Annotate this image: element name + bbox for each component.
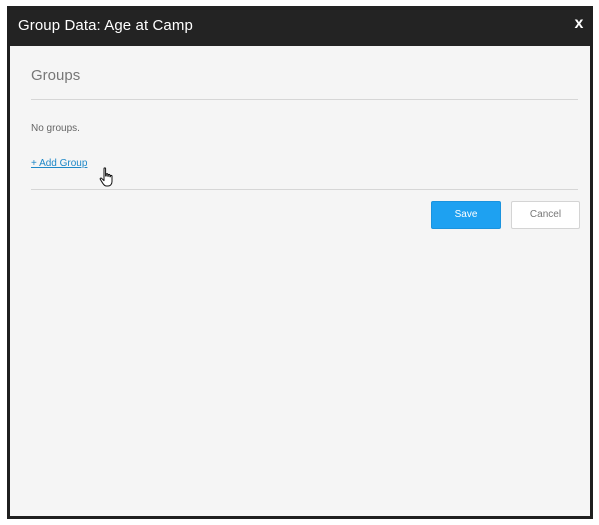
- cancel-button[interactable]: Cancel: [511, 201, 580, 229]
- divider: [31, 189, 578, 190]
- add-group-link[interactable]: + Add Group: [31, 158, 87, 169]
- empty-groups-message: No groups.: [31, 123, 80, 134]
- save-button[interactable]: Save: [431, 201, 501, 229]
- dialog-title: Group Data: Age at Camp: [18, 17, 193, 34]
- group-data-dialog: Group Data: Age at Camp x Groups No grou…: [7, 6, 593, 519]
- close-icon[interactable]: x: [570, 15, 588, 35]
- dialog-actions: Save Cancel: [31, 201, 580, 241]
- divider: [31, 99, 578, 100]
- dialog-content: Groups No groups. + Add Group Save Cance…: [10, 46, 590, 241]
- dialog-titlebar: Group Data: Age at Camp x: [10, 6, 590, 46]
- groups-heading: Groups: [31, 67, 81, 84]
